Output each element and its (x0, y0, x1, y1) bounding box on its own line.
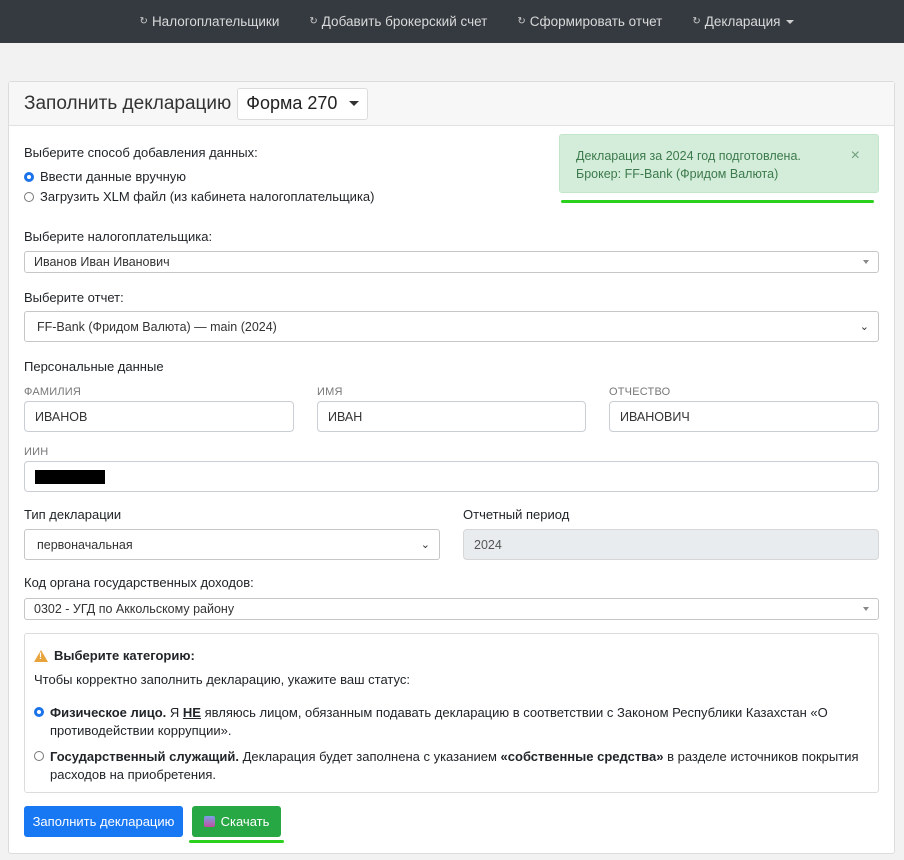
refresh-icon: ↻ (692, 16, 701, 27)
taxpayer-select[interactable]: Иванов Иван Иванович (24, 251, 879, 273)
chevron-down-icon: ⌄ (859, 321, 869, 333)
refresh-icon: ↻ (517, 16, 526, 27)
org-select[interactable]: 0302 - УГД по Аккольскому району (24, 598, 879, 620)
success-alert: Декларация за 2024 год подготовлена. Бро… (559, 134, 879, 193)
method-manual-option[interactable]: Ввести данные вручную (24, 169, 186, 184)
arrow-down-icon (863, 607, 869, 611)
radio-civil-servant[interactable] (34, 751, 44, 761)
category-option-civil-servant[interactable]: Государственный служащий. Декларация буд… (34, 748, 864, 784)
nav-declaration-dropdown[interactable]: ↻ Декларация (692, 14, 795, 29)
refresh-icon: ↻ (139, 16, 148, 27)
arrow-down-icon (863, 260, 869, 264)
taxpayer-label: Выберите налогоплательщика: (24, 229, 213, 244)
iin-input[interactable] (24, 461, 879, 492)
category-box: Выберите категорию: Чтобы корректно запо… (24, 633, 879, 793)
lastname-input[interactable]: ИВАНОВ (24, 401, 294, 432)
personal-data-label: Персональные данные (24, 359, 164, 374)
fill-declaration-button[interactable]: Заполнить декларацию (24, 806, 183, 837)
report-label: Выберите отчет: (24, 290, 124, 305)
firstname-input[interactable]: ИВАН (317, 401, 586, 432)
top-navbar: ↻ Налогоплательщики ↻ Добавить брокерский … (0, 0, 904, 43)
category-title: Выберите категорию: (34, 648, 195, 663)
radio-manual[interactable] (24, 171, 34, 182)
method-upload-option[interactable]: Загрузить XLM файл (из кабинета налогопл… (24, 189, 374, 204)
download-button[interactable]: Скачать (192, 806, 281, 837)
firstname-label: ИМЯ (317, 386, 343, 398)
nav-generate-report[interactable]: ↻ Сформировать отчет (517, 14, 662, 29)
card-header: Заполнить декларацию Форма 270 (9, 82, 894, 126)
method-label: Выберите способ добавления данных: (24, 145, 258, 160)
download-icon (203, 816, 215, 827)
report-select[interactable]: FF-Bank (Фридом Валюта) — main (2024) ⌄ (24, 311, 879, 342)
decl-type-select[interactable]: первоначальная ⌄ (24, 529, 440, 560)
iin-label: ИИН (24, 446, 49, 458)
alert-highlight-line (561, 200, 874, 203)
decl-type-label: Тип декларации (24, 507, 122, 522)
redacted-iin (35, 469, 105, 484)
declaration-card: Заполнить декларацию Форма 270 Деклараци… (8, 81, 895, 854)
category-subtitle: Чтобы корректно заполнить декларацию, ук… (34, 672, 410, 687)
caret-down-icon (349, 101, 360, 106)
close-icon[interactable]: × (851, 147, 860, 165)
chevron-down-icon: ⌄ (420, 539, 430, 551)
period-label: Отчетный период (463, 507, 570, 522)
middlename-label: ОТЧЕСТВО (609, 386, 671, 398)
download-highlight-line (189, 840, 284, 843)
warning-icon (34, 649, 48, 662)
category-option-individual[interactable]: Физическое лицо. Я НЕ являюсь лицом, обя… (34, 704, 864, 740)
middlename-input[interactable]: ИВАНОВИЧ (609, 401, 879, 432)
org-label: Код органа государственных доходов: (24, 575, 254, 590)
nav-add-broker-account[interactable]: ↻ Добавить брокерский счет (309, 14, 487, 29)
nav-taxpayers[interactable]: ↻ Налогоплательщики (140, 14, 280, 29)
page-title: Заполнить декларацию (24, 92, 232, 114)
radio-individual[interactable] (34, 707, 44, 717)
lastname-label: ФАМИЛИЯ (24, 386, 81, 398)
form-select-dropdown[interactable]: Форма 270 (237, 87, 369, 120)
radio-upload[interactable] (24, 191, 34, 202)
period-input: 2024 (463, 529, 879, 560)
caret-down-icon (786, 19, 795, 24)
refresh-icon: ↻ (309, 16, 318, 27)
